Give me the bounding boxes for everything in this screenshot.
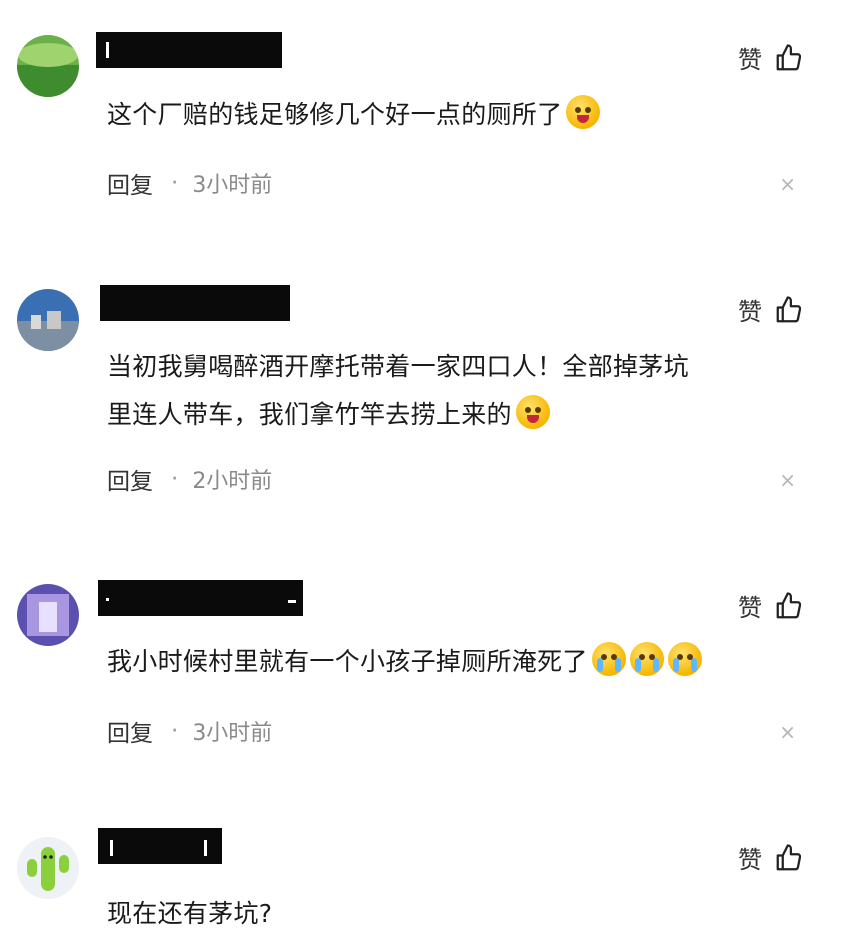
- timestamp: 2小时前: [192, 469, 273, 494]
- like-button[interactable]: 赞: [738, 588, 804, 623]
- crying-emoji: [629, 642, 664, 676]
- dismiss-icon[interactable]: ×: [779, 172, 796, 196]
- username-redacted: [96, 32, 282, 68]
- reply-button[interactable]: 回复: [107, 462, 153, 496]
- like-label: 赞: [738, 46, 762, 74]
- like-button[interactable]: 赞: [738, 292, 804, 327]
- avatar[interactable]: [17, 35, 79, 97]
- thumbs-up-icon: [774, 295, 804, 325]
- comment-text: 这个厂赔的钱足够修几个好一点的厕所了: [107, 91, 794, 139]
- avatar[interactable]: [17, 584, 79, 646]
- crying-emoji: [667, 642, 702, 676]
- dismiss-icon[interactable]: ×: [779, 720, 796, 744]
- dismiss-icon[interactable]: ×: [779, 468, 796, 492]
- separator-dot: ·: [171, 170, 179, 196]
- avatar[interactable]: [17, 837, 79, 899]
- comment-meta: 回复 · 2小时前: [107, 462, 272, 496]
- crying-emoji: [591, 642, 626, 676]
- username-redacted: [100, 285, 290, 321]
- thumbs-up-icon: [774, 43, 804, 73]
- comment-text: 我小时候村里就有一个小孩子掉厕所淹死了: [107, 638, 794, 686]
- reply-button[interactable]: 回复: [107, 714, 153, 748]
- username-redacted: [98, 580, 303, 616]
- thumbs-up-icon: [774, 591, 804, 621]
- like-button[interactable]: 赞: [738, 840, 804, 875]
- like-label: 赞: [738, 594, 762, 622]
- laughing-crying-emoji: [566, 95, 601, 129]
- separator-dot: ·: [171, 718, 179, 744]
- separator-dot: ·: [171, 466, 179, 492]
- comment-text: 当初我舅喝醉酒开摩托带着一家四口人！全部掉茅坑 里连人带车，我们拿竹竿去捞上来的: [107, 352, 689, 429]
- timestamp: 3小时前: [192, 721, 273, 746]
- like-button[interactable]: 赞: [738, 40, 804, 75]
- comment-text: 现在还有茅坑?: [107, 899, 273, 928]
- comment-meta: 回复 · 3小时前: [107, 166, 272, 200]
- reply-button[interactable]: 回复: [107, 166, 153, 200]
- thumbs-up-icon: [774, 843, 804, 873]
- avatar[interactable]: [17, 289, 79, 351]
- comment-meta: 回复 · 3小时前: [107, 714, 272, 748]
- timestamp: 3小时前: [192, 173, 273, 198]
- rolling-laughing-emoji: [515, 395, 550, 429]
- username-redacted: [98, 828, 222, 864]
- like-label: 赞: [738, 298, 762, 326]
- like-label: 赞: [738, 846, 762, 874]
